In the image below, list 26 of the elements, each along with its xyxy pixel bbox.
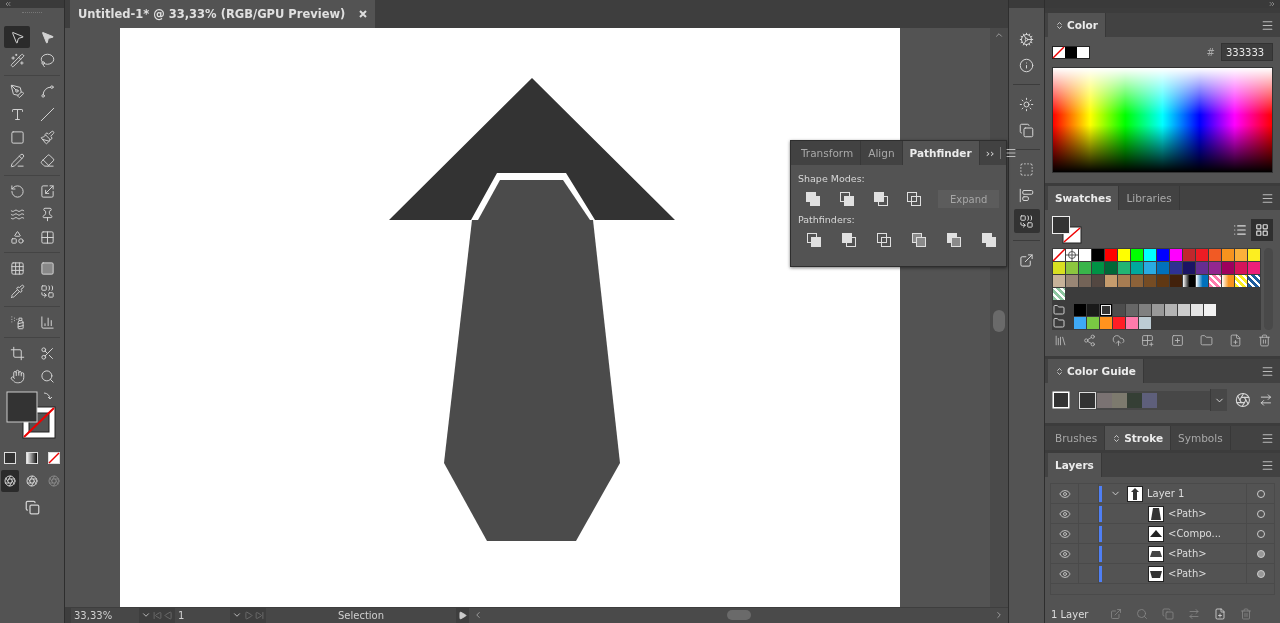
artboard-field[interactable]: 1: [175, 607, 230, 623]
hash-label: #: [1206, 46, 1215, 58]
panel-tab[interactable]: Stroke: [1105, 426, 1172, 450]
layer-name[interactable]: <Path>: [1168, 568, 1246, 579]
panel-tab[interactable]: Symbols: [1171, 426, 1231, 450]
document-tab[interactable]: Untitled-1* @ 33,33% (RGB/GPU Preview): [70, 0, 376, 28]
panel-tab[interactable]: Color: [1048, 13, 1106, 37]
layer-count: 1 Layer: [1051, 608, 1089, 620]
layer-name[interactable]: <Path>: [1168, 508, 1246, 519]
layer-name[interactable]: <Path>: [1168, 548, 1246, 559]
status-text: Selection: [266, 607, 456, 623]
hex-input[interactable]: 333333: [1221, 43, 1273, 61]
panel-tab[interactable]: Layers: [1048, 453, 1102, 477]
section-label: Shape Modes:: [798, 173, 866, 184]
layer-name[interactable]: <Compo...: [1168, 528, 1246, 539]
panel-tab[interactable]: Libraries: [1119, 186, 1180, 210]
panel-tab[interactable]: Align: [861, 141, 903, 165]
panel-tab[interactable]: Transform: [794, 141, 862, 165]
document-title: Untitled-1* @ 33,33% (RGB/GPU Preview): [78, 7, 346, 21]
panel-tab[interactable]: Color Guide: [1048, 359, 1144, 383]
more-tabs[interactable]: ››: [979, 147, 1002, 159]
panel-tab[interactable]: Pathfinder: [902, 141, 980, 165]
layer-name[interactable]: Layer 1: [1147, 488, 1246, 499]
panel-tab[interactable]: Swatches: [1048, 186, 1120, 210]
zoom-field[interactable]: 33,33%: [71, 607, 139, 623]
section-label: Pathfinders:: [798, 214, 856, 225]
